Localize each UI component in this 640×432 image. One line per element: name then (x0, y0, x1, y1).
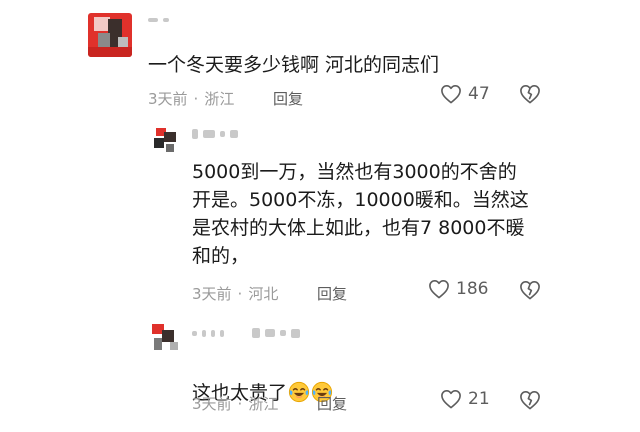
comment-meta: 3天前 · 浙江 (192, 393, 278, 414)
like-button[interactable]: 21 (440, 389, 490, 409)
username[interactable] (192, 326, 300, 340)
location: 浙江 (248, 395, 279, 413)
laughing-crying-emoji-icon (288, 381, 310, 403)
timestamp: 3天前 (192, 395, 232, 413)
reply-button[interactable]: 回复 (317, 393, 347, 414)
heart-outline-icon (441, 390, 461, 409)
comment-3: 这也太贵了 3天前 · 浙江 回复 21 (0, 0, 640, 432)
like-count: 21 (468, 389, 490, 409)
separator: · (237, 394, 243, 413)
dislike-button[interactable] (519, 390, 541, 410)
broken-heart-outline-icon (520, 391, 540, 410)
avatar[interactable] (150, 322, 180, 352)
